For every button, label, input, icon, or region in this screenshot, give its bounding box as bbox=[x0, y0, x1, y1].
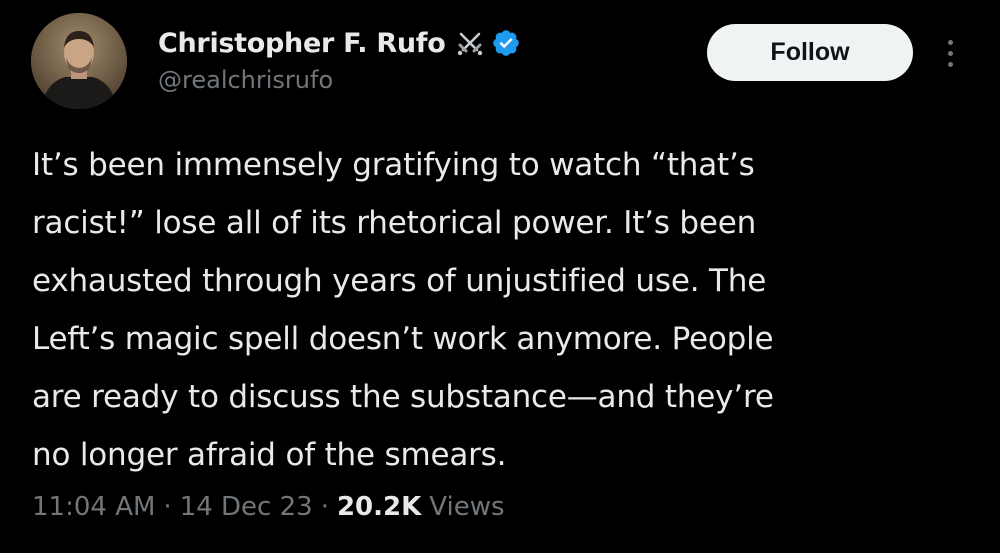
views-count: 20.2K bbox=[336, 492, 422, 522]
tweet-meta: 11:04 AM · 14 Dec 23 · 20.2K Views bbox=[32, 492, 505, 522]
avatar-image bbox=[31, 13, 127, 109]
tweet-text-line: exhausted through years of unjustified u… bbox=[32, 263, 767, 299]
author-display-name[interactable]: Christopher F. Rufo bbox=[158, 28, 446, 59]
meta-separator: · bbox=[320, 492, 329, 522]
more-dot bbox=[947, 50, 953, 56]
tweet-time[interactable]: 11:04 AM bbox=[32, 492, 155, 522]
more-options-icon[interactable] bbox=[935, 34, 965, 72]
more-dot bbox=[947, 39, 953, 45]
tweet-text-line: racist!” lose all of its rhetorical powe… bbox=[32, 205, 757, 241]
tweet-text-line: It’s been immensely gratifying to watch … bbox=[32, 147, 755, 183]
meta-separator: · bbox=[163, 492, 172, 522]
views-label: Views bbox=[429, 492, 505, 522]
follow-button[interactable]: Follow bbox=[707, 24, 913, 81]
more-dot bbox=[947, 61, 953, 67]
tweet-text: It’s been immensely gratifying to watch … bbox=[32, 136, 982, 484]
verified-badge-icon[interactable] bbox=[491, 28, 521, 58]
tweet-text-line: are ready to discuss the substance—and t… bbox=[32, 379, 774, 415]
tweet-text-line: no longer afraid of the smears. bbox=[32, 437, 507, 473]
tweet-text-line: Left’s magic spell doesn’t work anymore.… bbox=[32, 321, 774, 357]
author-name-row: Christopher F. Rufo bbox=[158, 24, 521, 62]
tweet-date[interactable]: 14 Dec 23 bbox=[180, 492, 313, 522]
author-handle[interactable]: @realchrisrufo bbox=[158, 66, 333, 94]
avatar[interactable] bbox=[31, 13, 127, 109]
crossed-swords-icon bbox=[455, 28, 485, 58]
